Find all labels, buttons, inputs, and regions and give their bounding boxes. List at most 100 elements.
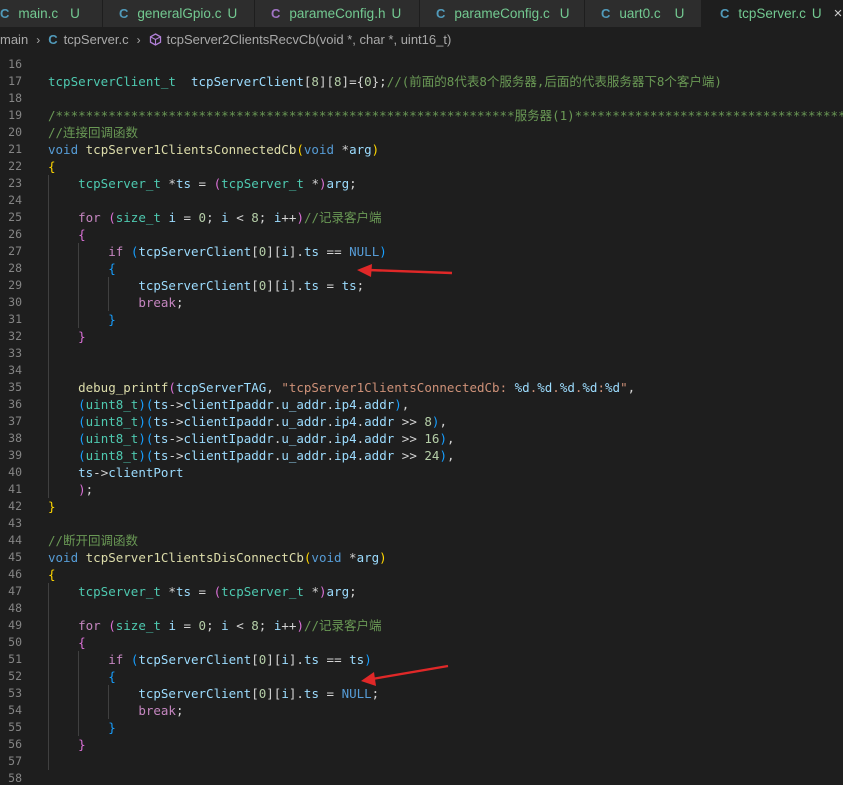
indent-guide — [108, 277, 110, 311]
tab-tcpserver-c[interactable]: C tcpServer.c U × — [702, 0, 843, 27]
code-token: NULL — [349, 244, 380, 259]
tab-parameconfig-c[interactable]: C parameConfig.c U — [420, 0, 585, 27]
code-line[interactable]: 35 debug_printf(tcpServerTAG, "tcpServer… — [0, 379, 843, 396]
code-text: break; — [48, 702, 183, 719]
indent-guide — [78, 651, 80, 736]
breadcrumb-file[interactable]: tcpServer.c — [64, 32, 129, 47]
code-line[interactable]: 58 — [0, 770, 843, 785]
code-token: debug_printf — [78, 380, 169, 395]
line-number: 36 — [8, 397, 22, 411]
code-token: ( — [213, 176, 222, 191]
code-line[interactable]: 46 { — [0, 566, 843, 583]
code-line[interactable]: 25 for (size_t i = 0; i < 8; i++)//记录客户端 — [0, 209, 843, 226]
code-text: { — [48, 634, 86, 651]
code-token: < — [228, 210, 252, 225]
code-line[interactable]: 22 { — [0, 158, 843, 175]
code-line[interactable]: 32 } — [0, 328, 843, 345]
code-token: , — [266, 380, 282, 395]
indent-guide — [78, 243, 80, 328]
code-line[interactable]: 18 — [0, 90, 843, 107]
code-line[interactable]: 51 if (tcpServerClient[0][i].ts == ts) — [0, 651, 843, 668]
code-token: >> — [394, 431, 425, 446]
close-icon[interactable]: × — [834, 5, 843, 22]
code-token: ts — [341, 278, 357, 293]
code-line[interactable]: 16 — [0, 56, 843, 73]
code-line[interactable]: 52 { — [0, 668, 843, 685]
code-line[interactable]: 27 if (tcpServerClient[0][i].ts == NULL) — [0, 243, 843, 260]
code-line[interactable]: 29 tcpServerClient[0][i].ts = ts; — [0, 277, 843, 294]
code-line[interactable]: 37 (uint8_t)(ts->clientIpaddr.u_addr.ip4… — [0, 413, 843, 430]
code-token: ip4 — [334, 397, 357, 412]
code-line[interactable]: 20 //连接回调函数 — [0, 124, 843, 141]
code-line[interactable]: 23 tcpServer_t *ts = (tcpServer_t *)arg; — [0, 175, 843, 192]
code-text: break; — [48, 294, 183, 311]
code-line[interactable]: 48 — [0, 600, 843, 617]
code-token: ]. — [288, 686, 304, 701]
code-line[interactable]: 19 /*************************************… — [0, 107, 843, 124]
code-line[interactable]: 34 — [0, 362, 843, 379]
code-token: ip4 — [334, 448, 357, 463]
code-line[interactable]: 28 { — [0, 260, 843, 277]
code-line[interactable]: 31 } — [0, 311, 843, 328]
code-line[interactable]: 43 — [0, 515, 843, 532]
code-line[interactable]: 56 } — [0, 736, 843, 753]
code-line[interactable]: 33 — [0, 345, 843, 362]
code-line[interactable]: 21 void tcpServer1ClientsConnectedCb(void… — [0, 141, 843, 158]
code-token: [ — [251, 686, 259, 701]
tab-uart0-c[interactable]: C uart0.c U — [585, 0, 702, 27]
code-token: ts — [153, 397, 169, 412]
code-token: ts — [153, 448, 169, 463]
code-line[interactable]: 44 //断开回调函数 — [0, 532, 843, 549]
code-token: %d — [537, 380, 553, 395]
code-line[interactable]: 36 (uint8_t)(ts->clientIpaddr.u_addr.ip4… — [0, 396, 843, 413]
code-token: = — [318, 686, 342, 701]
code-line[interactable]: 53 tcpServerClient[0][i].ts = NULL; — [0, 685, 843, 702]
code-line[interactable]: 54 break; — [0, 702, 843, 719]
code-token: ip4 — [334, 414, 357, 429]
code-line[interactable]: 17 tcpServerClient_t tcpServerClient[8][8… — [0, 73, 843, 90]
code-text: { — [48, 668, 116, 685]
code-token: break — [138, 295, 176, 310]
code-line[interactable]: 47 tcpServer_t *ts = (tcpServer_t *)arg; — [0, 583, 843, 600]
code-line[interactable]: 55 } — [0, 719, 843, 736]
code-line[interactable]: 24 — [0, 192, 843, 209]
code-line[interactable]: 30 break; — [0, 294, 843, 311]
code-token: , — [446, 448, 455, 463]
code-line[interactable]: 41 ); — [0, 481, 843, 498]
code-line[interactable]: 57 — [0, 753, 843, 770]
code-line[interactable]: 38 (uint8_t)(ts->clientIpaddr.u_addr.ip4… — [0, 430, 843, 447]
code-token: i — [221, 210, 229, 225]
code-line[interactable]: 26 { — [0, 226, 843, 243]
git-status-badge: U — [674, 6, 685, 21]
code-token: tcpServer1ClientsDisConnectCb — [85, 550, 304, 565]
breadcrumb-folder[interactable]: main — [0, 32, 28, 47]
code-line[interactable]: 49 for (size_t i = 0; i < 8; i++)//记录客户端 — [0, 617, 843, 634]
line-number: 57 — [8, 754, 22, 768]
function-symbol-icon — [149, 32, 162, 47]
code-editor[interactable]: 16 17 tcpServerClient_t tcpServerClient[8]… — [0, 52, 843, 785]
code-token: ]. — [288, 278, 304, 293]
code-line[interactable]: 40 ts->clientPort — [0, 464, 843, 481]
code-token: >> — [394, 414, 425, 429]
code-token: uint8_t — [85, 431, 139, 446]
code-line[interactable]: 50 { — [0, 634, 843, 651]
code-text: //断开回调函数 — [48, 532, 138, 549]
line-number: 33 — [8, 346, 22, 360]
tab-main-c[interactable]: C main.c U — [0, 0, 103, 27]
tab-parameconfig-h[interactable]: C parameConfig.h U — [255, 0, 420, 27]
tab-generalgpio-c[interactable]: C generalGpio.c U — [103, 0, 255, 27]
code-token: * — [303, 176, 319, 191]
code-token: ][ — [266, 686, 282, 701]
code-token: for — [78, 618, 101, 633]
code-text: for (size_t i = 0; i < 8; i++)//记录客户端 — [48, 209, 381, 226]
breadcrumb-symbol[interactable]: tcpServer2ClientsRecvCb(void *, char *, … — [167, 32, 452, 47]
code-line[interactable]: 39 (uint8_t)(ts->clientIpaddr.u_addr.ip4… — [0, 447, 843, 464]
code-line[interactable]: 45 void tcpServer1ClientsDisConnectCb(voi… — [0, 549, 843, 566]
code-line[interactable]: 42} — [0, 498, 843, 515]
